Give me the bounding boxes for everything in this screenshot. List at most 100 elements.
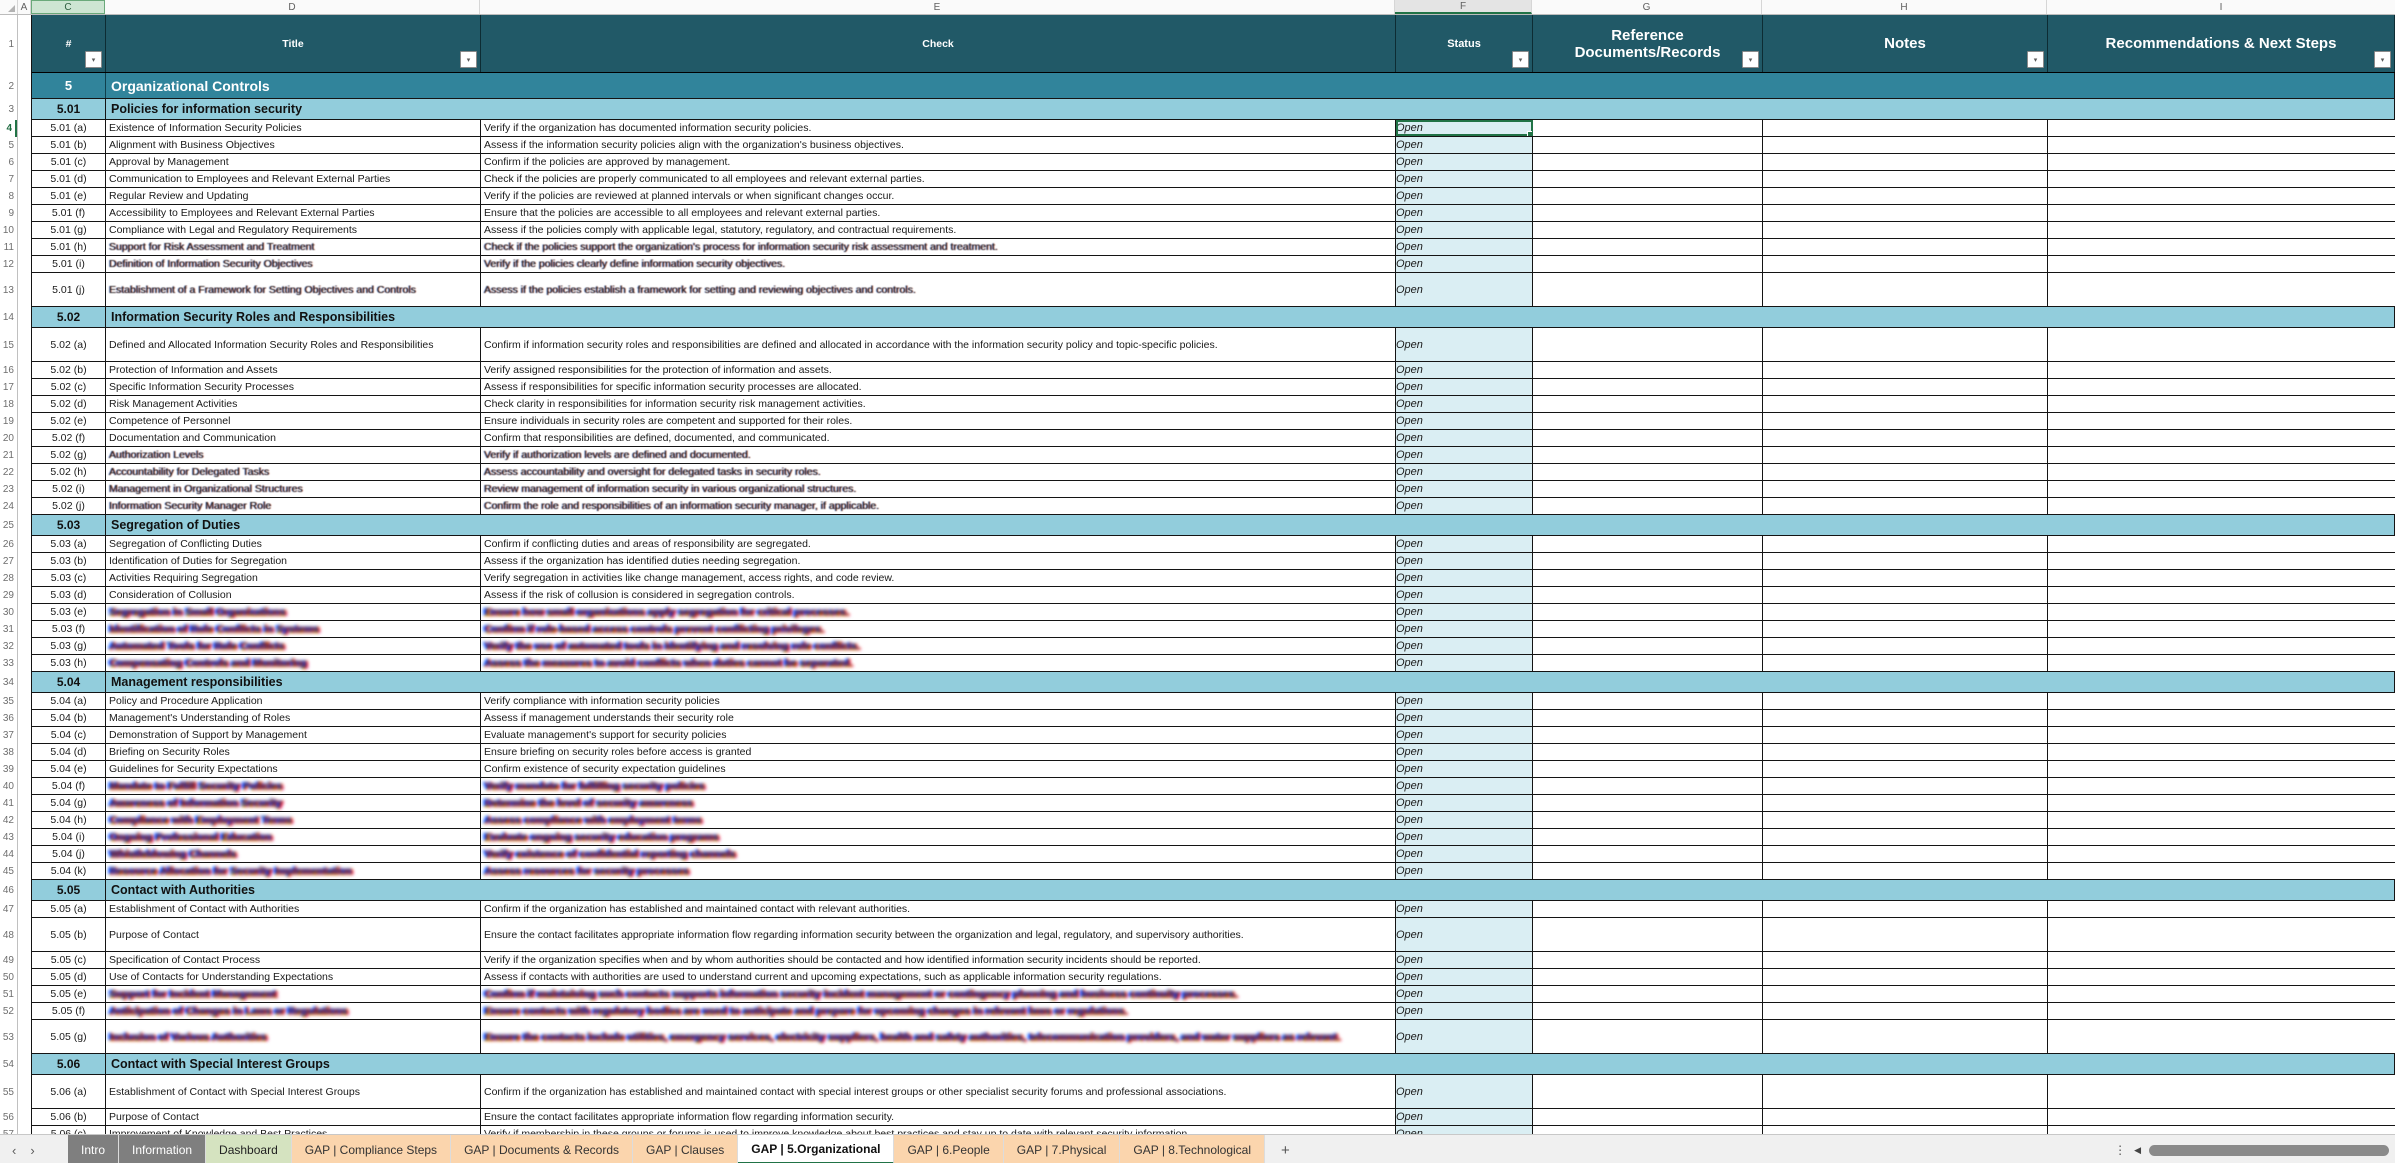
reference-cell[interactable] [1533, 1075, 1763, 1108]
control-check[interactable]: Assess if management understands their s… [481, 710, 1396, 726]
reference-cell[interactable] [1533, 604, 1763, 620]
control-title[interactable]: Automated Tools for Role Conflicts [106, 638, 481, 654]
control-id[interactable]: 5.02 (c) [32, 379, 106, 395]
control-title[interactable]: Activities Requiring Segregation [106, 570, 481, 586]
control-title[interactable]: Support for Incident Management [106, 986, 481, 1002]
sheet-tab-gap-8-technological[interactable]: GAP | 8.Technological [1120, 1135, 1265, 1163]
row-number-30[interactable]: 30 [0, 604, 17, 621]
filter-button-num[interactable]: ▾ [85, 51, 102, 68]
control-id[interactable]: 5.05 (c) [32, 952, 106, 968]
filter-button-notes[interactable]: ▾ [2027, 51, 2044, 68]
row-number-1[interactable]: 1 [0, 15, 17, 73]
control-title[interactable]: Demonstration of Support by Management [106, 727, 481, 743]
row-number-19[interactable]: 19 [0, 413, 17, 430]
row-number-44[interactable]: 44 [0, 846, 17, 863]
reference-cell[interactable] [1533, 328, 1763, 361]
row-number-6[interactable]: 6 [0, 154, 17, 171]
row-number-37[interactable]: 37 [0, 727, 17, 744]
recommendations-cell[interactable] [2048, 1003, 2395, 1019]
control-check[interactable]: Check if the policies support the organi… [481, 239, 1396, 255]
notes-cell[interactable] [1763, 1075, 2048, 1108]
recommendations-cell[interactable] [2048, 986, 2395, 1002]
recommendations-cell[interactable] [2048, 447, 2395, 463]
row-number-56[interactable]: 56 [0, 1109, 17, 1126]
status-cell[interactable]: Open [1396, 587, 1533, 603]
control-id[interactable]: 5.03 (f) [32, 621, 106, 637]
control-check[interactable]: Assess resources for security processes [481, 863, 1396, 879]
tabbar-options-icon[interactable]: ⋮ [2114, 1143, 2126, 1157]
control-id[interactable]: 5.01 (e) [32, 188, 106, 204]
control-id[interactable]: 5.02 (i) [32, 481, 106, 497]
status-cell[interactable]: Open [1396, 863, 1533, 879]
notes-cell[interactable] [1763, 655, 2048, 671]
recommendations-cell[interactable] [2048, 918, 2395, 951]
control-check[interactable]: Verify if authorization levels are defin… [481, 447, 1396, 463]
control-check[interactable]: Assess the measures to avoid conflicts w… [481, 655, 1396, 671]
notes-cell[interactable] [1763, 901, 2048, 917]
filter-button-reference[interactable]: ▾ [1742, 51, 1759, 68]
control-title[interactable]: Purpose of Contact [106, 1109, 481, 1125]
recommendations-cell[interactable] [2048, 120, 2395, 136]
control-id[interactable]: 5.01 (h) [32, 239, 106, 255]
reference-cell[interactable] [1533, 1109, 1763, 1125]
section-id-5.04[interactable]: 5.04 [32, 672, 106, 692]
recommendations-cell[interactable] [2048, 655, 2395, 671]
notes-cell[interactable] [1763, 328, 2048, 361]
control-check[interactable]: Assess if the information security polic… [481, 137, 1396, 153]
control-title[interactable]: Inclusion of Various Authorities [106, 1020, 481, 1053]
control-check[interactable]: Ensure contacts with regulatory bodies a… [481, 1003, 1396, 1019]
row-number-50[interactable]: 50 [0, 969, 17, 986]
reference-cell[interactable] [1533, 587, 1763, 603]
status-cell[interactable]: Open [1396, 986, 1533, 1002]
control-check[interactable]: Check clarity in responsibilities for in… [481, 396, 1396, 412]
reference-cell[interactable] [1533, 693, 1763, 709]
control-check[interactable]: Confirm that responsibilities are define… [481, 430, 1396, 446]
status-cell[interactable]: Open▾ [1396, 120, 1533, 136]
control-title[interactable]: Management in Organizational Structures [106, 481, 481, 497]
control-id[interactable]: 5.03 (b) [32, 553, 106, 569]
tab-nav-next-icon[interactable]: › [30, 1143, 34, 1158]
row-number-16[interactable]: 16 [0, 362, 17, 379]
row-number-25[interactable]: 25 [0, 515, 17, 536]
row-number-49[interactable]: 49 [0, 952, 17, 969]
control-id[interactable]: 5.02 (a) [32, 328, 106, 361]
notes-cell[interactable] [1763, 396, 2048, 412]
row-number-3[interactable]: 3 [0, 99, 17, 120]
control-check[interactable]: Verify if the policies clearly define in… [481, 256, 1396, 272]
row-number-21[interactable]: 21 [0, 447, 17, 464]
recommendations-cell[interactable] [2048, 1020, 2395, 1053]
status-cell[interactable]: Open [1396, 154, 1533, 170]
control-check[interactable]: Verify if the organization has documente… [481, 120, 1396, 136]
control-title[interactable]: Regular Review and Updating [106, 188, 481, 204]
recommendations-cell[interactable] [2048, 188, 2395, 204]
row-number-45[interactable]: 45 [0, 863, 17, 880]
reference-cell[interactable] [1533, 1020, 1763, 1053]
recommendations-cell[interactable] [2048, 587, 2395, 603]
hscroll-left-icon[interactable]: ◀ [2134, 1145, 2141, 1156]
status-cell[interactable]: Open [1396, 846, 1533, 862]
recommendations-cell[interactable] [2048, 481, 2395, 497]
row-number-42[interactable]: 42 [0, 812, 17, 829]
notes-cell[interactable] [1763, 1020, 2048, 1053]
notes-cell[interactable] [1763, 498, 2048, 514]
notes-cell[interactable] [1763, 273, 2048, 306]
filter-button-title[interactable]: ▾ [460, 51, 477, 68]
control-check[interactable]: Confirm the role and responsibilities of… [481, 498, 1396, 514]
control-check[interactable]: Confirm if role-based access controls pr… [481, 621, 1396, 637]
control-id[interactable]: 5.04 (e) [32, 761, 106, 777]
status-cell[interactable]: Open [1396, 795, 1533, 811]
row-number-26[interactable]: 26 [0, 536, 17, 553]
notes-cell[interactable] [1763, 1109, 2048, 1125]
recommendations-cell[interactable] [2048, 256, 2395, 272]
notes-cell[interactable] [1763, 464, 2048, 480]
control-title[interactable]: Specific Information Security Processes [106, 379, 481, 395]
column-letter-i[interactable]: I [2047, 0, 2395, 14]
control-id[interactable]: 5.02 (d) [32, 396, 106, 412]
tab-nav-prev-icon[interactable]: ‹ [12, 1143, 16, 1158]
reference-cell[interactable] [1533, 638, 1763, 654]
recommendations-cell[interactable] [2048, 1075, 2395, 1108]
row-number-52[interactable]: 52 [0, 1003, 17, 1020]
notes-cell[interactable] [1763, 205, 2048, 221]
row-number-33[interactable]: 33 [0, 655, 17, 672]
reference-cell[interactable] [1533, 396, 1763, 412]
